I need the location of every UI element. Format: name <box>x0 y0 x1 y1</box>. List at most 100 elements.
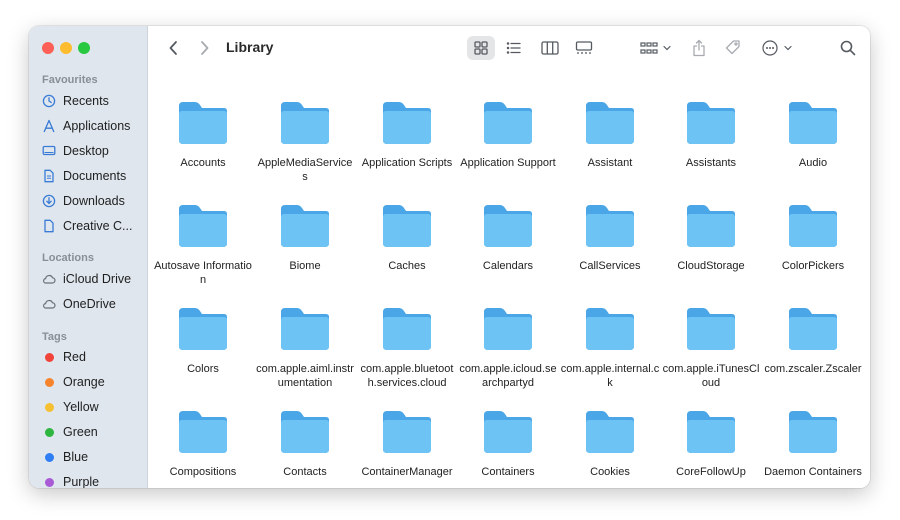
sidebar-tag-blue[interactable]: Blue <box>42 447 88 467</box>
column-view-button[interactable] <box>537 36 563 60</box>
folder-label: Accounts <box>180 157 226 169</box>
folder-item[interactable]: com.zscaler.Zscaler <box>763 306 863 376</box>
folder-label: Application Support <box>460 157 556 169</box>
gallery-view-button[interactable] <box>571 36 597 60</box>
share-button[interactable] <box>688 36 710 60</box>
share-icon <box>693 39 705 57</box>
folder-label: Calendars <box>482 260 534 272</box>
folder-icon <box>383 308 431 350</box>
tag-button[interactable] <box>722 36 744 60</box>
tag-color-dot <box>45 402 54 412</box>
folder-item[interactable]: Application Scripts <box>357 100 457 170</box>
sidebar-item-onedrive[interactable]: OneDrive <box>42 294 116 314</box>
folder-item[interactable]: Calendars <box>458 203 558 273</box>
folder-item[interactable]: Daemon Containers <box>763 409 863 479</box>
folder-icon <box>179 102 227 144</box>
icon-view-button[interactable] <box>467 36 495 60</box>
group-button[interactable] <box>638 36 674 60</box>
folder-item[interactable]: Accounts <box>153 100 253 170</box>
folder-icon <box>586 102 634 144</box>
cloud-icon <box>42 297 56 311</box>
folder-item[interactable]: com.apple.icloud.searchpartyd <box>458 306 558 390</box>
folder-item[interactable]: Audio <box>763 100 863 170</box>
sidebar-tag-green[interactable]: Green <box>42 422 98 442</box>
folder-label: com.apple.iTunesCloud <box>662 363 760 389</box>
desktop-icon <box>42 144 56 158</box>
folder-item[interactable]: Autosave Information <box>153 203 253 287</box>
sidebar-item-label: OneDrive <box>63 297 116 311</box>
folder-item[interactable]: ContainerManager <box>357 409 457 479</box>
search-icon <box>840 40 856 56</box>
folder-item[interactable]: com.apple.aiml.instrumentation <box>255 306 355 390</box>
list-view-button[interactable] <box>501 36 527 60</box>
content-pane: Library Accounts AppleMediaServices Appl… <box>148 26 870 488</box>
sidebar-item-applications[interactable]: Applications <box>42 116 130 136</box>
folder-icon <box>687 205 735 247</box>
download-icon <box>42 194 56 208</box>
sidebar-item-downloads[interactable]: Downloads <box>42 191 125 211</box>
sidebar-item-documents[interactable]: Documents <box>42 166 126 186</box>
folder-item[interactable]: com.apple.iTunesCloud <box>661 306 761 390</box>
folder-item[interactable]: com.apple.internal.ck <box>560 306 660 390</box>
folder-label: Contacts <box>283 466 327 478</box>
folder-item[interactable]: Caches <box>357 203 457 273</box>
sidebar-tag-yellow[interactable]: Yellow <box>42 397 99 417</box>
folder-item[interactable]: Assistant <box>560 100 660 170</box>
sidebar-item-label: Blue <box>63 450 89 464</box>
sidebar-item-icloud-drive[interactable]: iCloud Drive <box>42 269 131 289</box>
back-button[interactable] <box>162 36 184 60</box>
sidebar-tag-orange[interactable]: Orange <box>42 372 105 392</box>
sidebar-tag-purple[interactable]: Purple <box>42 472 99 488</box>
folder-item[interactable]: Cookies <box>560 409 660 479</box>
folder-label: CoreFollowUp <box>676 466 746 478</box>
favourites-heading: Favourites <box>42 74 98 86</box>
folder-icon <box>281 308 329 350</box>
folder-item[interactable]: CloudStorage <box>661 203 761 273</box>
sidebar-item-label: Red <box>63 350 86 364</box>
folder-item[interactable]: CoreFollowUp <box>661 409 761 479</box>
folder-label: Assistant <box>587 157 633 169</box>
sidebar-item-label: Desktop <box>63 144 109 158</box>
sidebar-item-creative-cloud[interactable]: Creative C... <box>42 216 132 236</box>
folder-item[interactable]: Biome <box>255 203 355 273</box>
chevron-left-icon <box>169 41 177 55</box>
folder-item[interactable]: Colors <box>153 306 253 376</box>
folder-icon <box>281 102 329 144</box>
close-window-button[interactable] <box>42 42 54 54</box>
folder-item[interactable]: Compositions <box>153 409 253 479</box>
folder-label: CloudStorage <box>677 260 745 272</box>
gallery-view-icon <box>575 41 593 54</box>
document-icon <box>42 169 56 183</box>
folder-item[interactable]: Application Support <box>458 100 558 170</box>
folder-icon <box>687 308 735 350</box>
folder-label: CallServices <box>579 260 641 272</box>
folder-item[interactable]: CallServices <box>560 203 660 273</box>
folder-icon <box>383 411 431 453</box>
sidebar-tag-red[interactable]: Red <box>42 347 86 367</box>
tag-color-dot <box>45 477 54 487</box>
folder-icon <box>586 205 634 247</box>
locations-heading: Locations <box>42 252 94 264</box>
folder-item[interactable]: ColorPickers <box>763 203 863 273</box>
maximize-window-button[interactable] <box>78 42 90 54</box>
folder-label: com.apple.bluetooth.services.cloud <box>360 363 454 389</box>
sidebar-item-desktop[interactable]: Desktop <box>42 141 109 161</box>
search-button[interactable] <box>836 36 860 60</box>
folder-icon <box>383 205 431 247</box>
tag-color-dot <box>45 427 54 437</box>
folder-item[interactable]: Contacts <box>255 409 355 479</box>
forward-button[interactable] <box>194 36 216 60</box>
folder-icon <box>383 102 431 144</box>
folder-item[interactable]: com.apple.bluetooth.services.cloud <box>357 306 457 390</box>
tags-heading: Tags <box>42 331 67 343</box>
sidebar-item-recents[interactable]: Recents <box>42 91 109 111</box>
folder-item[interactable]: AppleMediaServices <box>255 100 355 184</box>
folder-item[interactable]: Assistants <box>661 100 761 170</box>
minimize-window-button[interactable] <box>60 42 72 54</box>
folder-label: Audio <box>798 157 828 169</box>
more-actions-button[interactable] <box>760 36 796 60</box>
folder-label: Colors <box>187 363 219 375</box>
folder-label: Caches <box>388 260 426 272</box>
list-view-icon <box>506 42 521 54</box>
folder-item[interactable]: Containers <box>458 409 558 479</box>
